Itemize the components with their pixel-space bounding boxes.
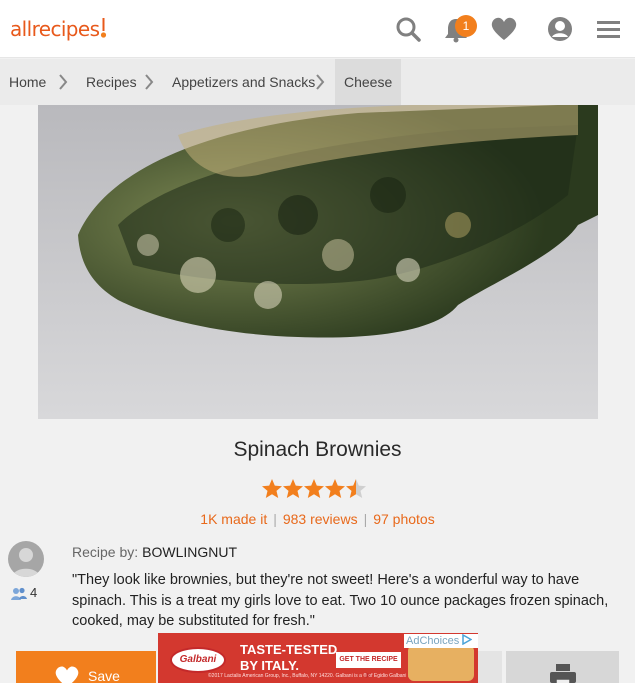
recipe-page: allrecipes 1 Home Recipes Appetizers and…: [0, 0, 635, 683]
breadcrumb-cheese[interactable]: Cheese: [335, 59, 402, 105]
recipe-by-label: Recipe by:: [72, 544, 139, 560]
search-icon[interactable]: [393, 14, 423, 44]
chevron-right-icon: [59, 74, 68, 90]
recipe-description: "They look like brownies, but they're no…: [72, 572, 609, 629]
printer-icon: [550, 664, 576, 683]
heart-icon[interactable]: [489, 14, 519, 44]
heart-icon: [55, 666, 79, 683]
ad-headline: TASTE-TESTED BY ITALY.: [240, 642, 337, 674]
ad-headline-line-1: TASTE-TESTED: [240, 642, 338, 657]
adchoices-label: AdChoices: [406, 635, 460, 647]
adchoices-icon: [462, 633, 473, 646]
save-button[interactable]: Save: [16, 651, 156, 683]
avatar-silhouette-icon: [12, 548, 40, 577]
rating-stars[interactable]: [261, 478, 371, 500]
stats-separator: |: [273, 511, 277, 527]
recipe-photo[interactable]: [38, 105, 598, 419]
ad-brand-logo: Galbani: [170, 647, 226, 673]
chevron-right-icon: [316, 74, 325, 90]
ad-headline-line-2: BY ITALY.: [240, 658, 300, 673]
stats-separator: |: [363, 511, 368, 527]
recipe-by: Recipe by: BOWLINGNUT: [72, 544, 237, 560]
star-icon: [304, 479, 324, 498]
top-navigation-bar: allrecipes 1: [0, 0, 635, 58]
reviews-link[interactable]: 983 reviews: [283, 511, 358, 527]
user-profile-icon[interactable]: [545, 14, 575, 44]
ad-get-the-recipe-button[interactable]: GET THE RECIPE ▶: [336, 652, 401, 679]
action-button[interactable]: [478, 651, 502, 683]
save-label: Save: [88, 668, 120, 683]
notification-count-badge: 1: [455, 15, 477, 37]
photos-link[interactable]: 97 photos: [373, 511, 435, 527]
ad-food-image: [408, 645, 474, 681]
followers-number: 4: [30, 585, 38, 600]
breadcrumb: Home Recipes Appetizers and Snacks Chees…: [0, 59, 635, 105]
author-name[interactable]: BOWLINGNUT: [142, 544, 237, 560]
ad-fine-print: ©2017 Lactalis American Group, Inc., Buf…: [208, 673, 418, 679]
allrecipes-logo[interactable]: allrecipes: [10, 16, 107, 41]
hamburger-menu-icon[interactable]: [594, 14, 624, 44]
breadcrumb-recipes[interactable]: Recipes: [86, 59, 137, 105]
half-star-icon: [346, 479, 366, 498]
recipe-stats: 1K made it | 983 reviews | 97 photos: [0, 511, 635, 527]
star-icon: [283, 479, 303, 498]
breadcrumb-appetizers-and-snacks[interactable]: Appetizers and Snacks: [172, 59, 315, 105]
star-icon: [325, 479, 345, 498]
breadcrumb-home[interactable]: Home: [9, 59, 46, 105]
recipe-title: Spinach Brownies: [233, 438, 402, 461]
adchoices-link[interactable]: AdChoices: [404, 633, 478, 648]
made-it-link[interactable]: 1K made it: [200, 511, 267, 527]
logo-text: allrecipes: [10, 17, 100, 41]
star-icon: [262, 479, 282, 498]
chevron-right-icon: [145, 74, 154, 90]
followers-icon: [11, 587, 27, 600]
print-button[interactable]: [506, 651, 619, 683]
logo-spoon-icon: [101, 18, 107, 38]
author-avatar[interactable]: [8, 541, 44, 577]
followers-count[interactable]: 4: [11, 585, 37, 600]
